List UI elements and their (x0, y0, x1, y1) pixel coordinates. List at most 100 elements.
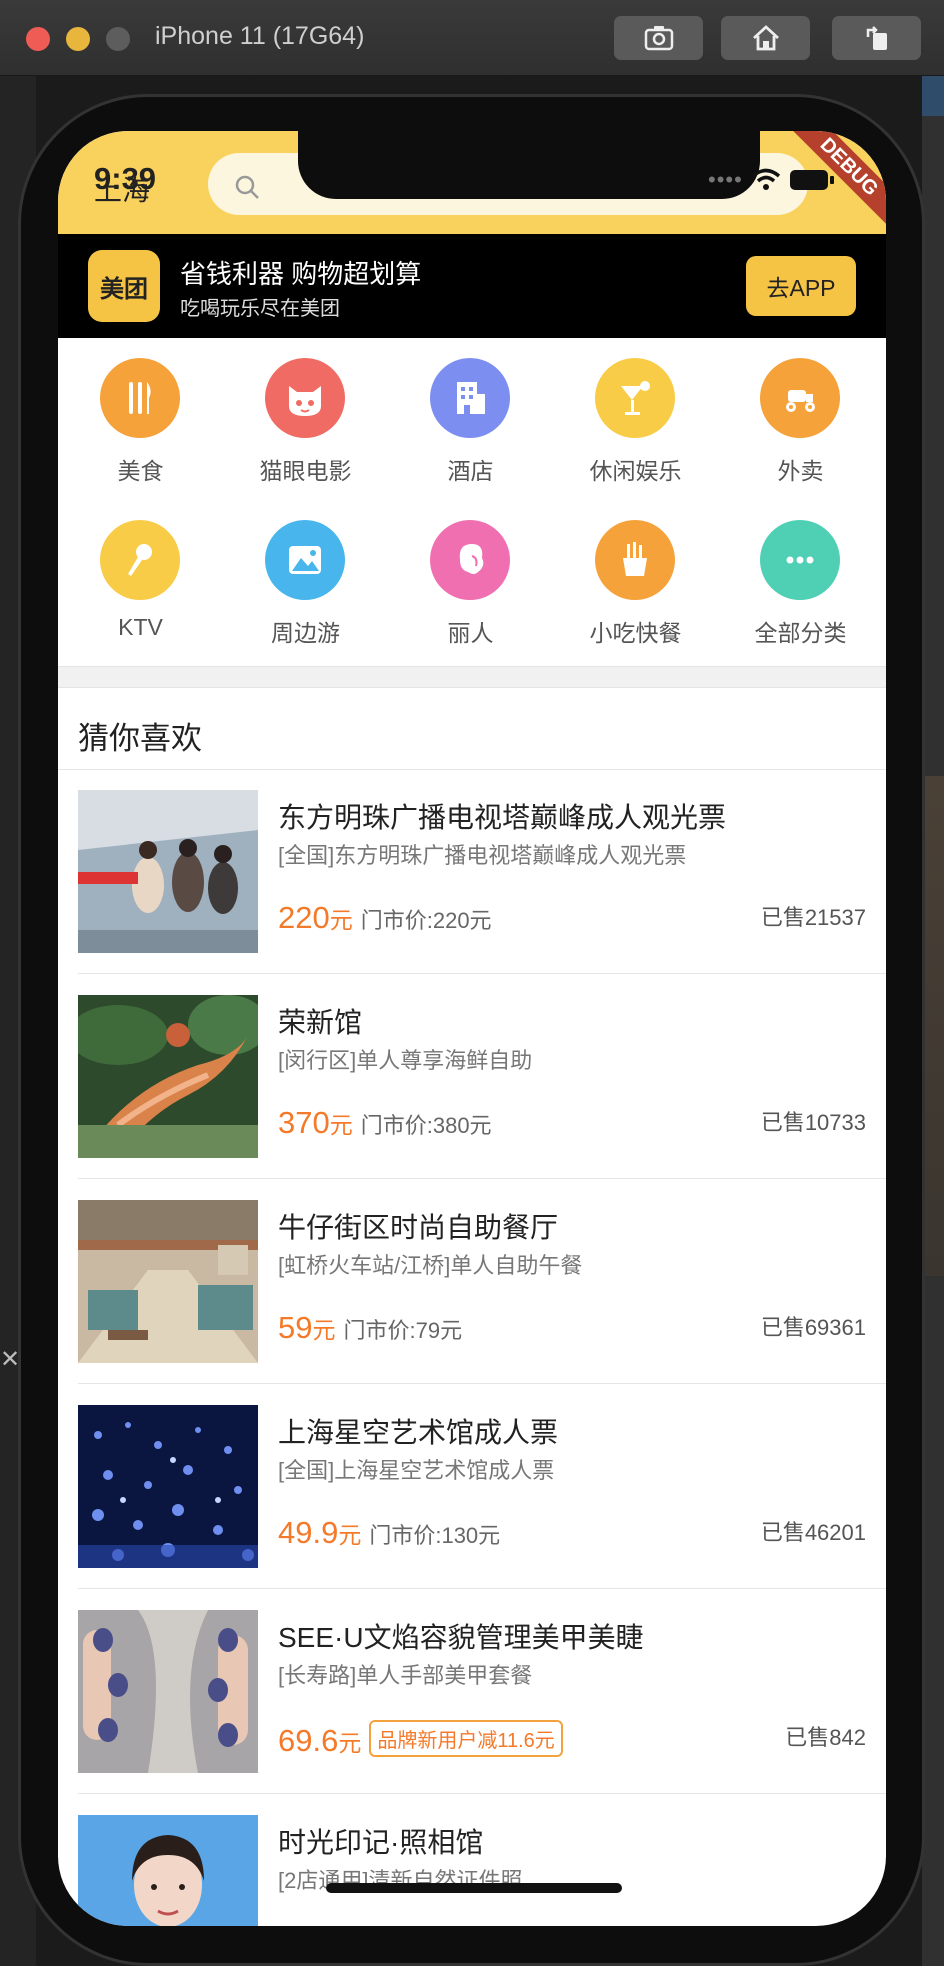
price-value: 59 (278, 1310, 313, 1345)
category-label: KTV (118, 614, 163, 640)
hotel-icon (430, 358, 510, 438)
price-value: 370 (278, 1105, 330, 1140)
rotate-icon (866, 26, 887, 50)
cocktail-icon (595, 358, 675, 438)
item-price: 59元 门市价:79元 (278, 1310, 462, 1346)
category-label: 丽人 (447, 620, 494, 646)
item-price: 370元 门市价:380元 (278, 1105, 492, 1141)
minimize-window-button[interactable] (66, 27, 90, 51)
cat-icon (265, 358, 345, 438)
category-grid: 美食 猫眼电影 酒店 休闲娱乐 外卖 KTV 周边游 丽人 小吃快餐 全部分类 (58, 338, 886, 666)
sold-count: 已售21537 (760, 905, 866, 930)
price-value: 49.9 (278, 1515, 339, 1550)
item-title: 荣新馆 (278, 1007, 363, 1038)
guess-you-like-title: 猜你喜欢 (78, 721, 202, 756)
category-snacks[interactable]: 小吃快餐 (553, 500, 718, 650)
price-unit: 元 (329, 907, 353, 933)
category-movie[interactable]: 猫眼电影 (223, 338, 388, 488)
category-label: 小吃快餐 (589, 620, 682, 646)
original-price: 门市价:380元 (360, 1113, 492, 1138)
item-price: 69.6元 品牌新用户减11.6元 (278, 1720, 563, 1759)
item-title: 时光印记·照相馆 (278, 1827, 484, 1858)
item-image (78, 995, 258, 1158)
open-app-button[interactable]: 去APP (746, 256, 856, 316)
item-price: 49.9元 门市价:130元 (278, 1515, 500, 1551)
status-time: 9:39 (94, 161, 157, 196)
item-image (78, 1405, 258, 1568)
rotate-button[interactable] (832, 16, 921, 60)
list-item[interactable]: 东方明珠广播电视塔巅峰成人观光票 [全国]东方明珠广播电视塔巅峰成人观光票 22… (78, 770, 886, 974)
price-unit: 元 (312, 1317, 336, 1343)
sold-count: 已售46201 (760, 1520, 866, 1545)
category-food[interactable]: 美食 (58, 338, 223, 488)
list-item[interactable]: 荣新馆 [闵行区]单人尊享海鲜自助 370元 门市价:380元 已售10733 (78, 975, 886, 1179)
category-hotel[interactable]: 酒店 (388, 338, 553, 488)
price-value: 69.6 (278, 1723, 339, 1758)
close-window-button[interactable] (26, 27, 50, 51)
camera-icon (644, 26, 673, 51)
category-label: 外卖 (777, 458, 824, 484)
list-item[interactable]: SEE·U文焰容貌管理美甲美睫 [长寿路]单人手部美甲套餐 69.6元 品牌新用户… (78, 1590, 886, 1794)
list-item[interactable]: 牛仔街区时尚自助餐厅 [虹桥火车站/江桥]单人自助午餐 59元 门市价:79元 已… (78, 1180, 886, 1384)
category-all[interactable]: 全部分类 (718, 500, 883, 650)
simulator-title: iPhone 11 (17G64) (155, 22, 365, 50)
list-item[interactable]: 时光印记·照相馆 [2店通用]清新自然证件照 (78, 1795, 886, 1926)
meituan-logo: 美团 (88, 250, 160, 322)
app-screen: 上海 9:39 •••• DEBUG 美团 省钱利器 购物超划算 吃喝玩乐尽在美… (58, 131, 886, 1926)
item-title: 上海星空艺术馆成人票 (278, 1417, 559, 1448)
search-icon (235, 175, 259, 199)
item-image (78, 1610, 258, 1773)
more-icon (760, 520, 840, 600)
price-unit: 元 (338, 1522, 362, 1548)
home-button[interactable] (721, 16, 810, 60)
desktop-background-right (922, 76, 944, 1966)
category-leisure[interactable]: 休闲娱乐 (553, 338, 718, 488)
wifi-icon (751, 168, 780, 190)
category-label: 美食 (117, 458, 164, 484)
item-title: SEE·U文焰容貌管理美甲美睫 (278, 1622, 644, 1653)
item-subtitle: [全国]上海星空艺术馆成人票 (278, 1458, 555, 1483)
category-label: 酒店 (447, 458, 494, 484)
scooter-icon (760, 358, 840, 438)
sold-count: 已售842 (785, 1725, 866, 1750)
item-subtitle: [全国]东方明珠广播电视塔巅峰成人观光票 (278, 843, 687, 868)
promo-tag: 品牌新用户减11.6元 (369, 1720, 563, 1757)
home-indicator[interactable] (326, 1883, 622, 1893)
item-title: 东方明珠广播电视塔巅峰成人观光票 (278, 802, 727, 833)
item-image (78, 1200, 258, 1363)
landscape-icon (265, 520, 345, 600)
promo-title: 省钱利器 购物超划算 (180, 259, 422, 289)
item-title: 牛仔街区时尚自助餐厅 (278, 1212, 559, 1243)
status-indicators: •••• (708, 167, 835, 193)
price-unit: 元 (338, 1730, 362, 1756)
item-image (78, 1815, 258, 1926)
device-notch (298, 131, 760, 199)
original-price: 门市价:220元 (360, 908, 492, 933)
category-beauty[interactable]: 丽人 (388, 500, 553, 650)
original-price: 门市价:79元 (343, 1318, 463, 1343)
screenshot-button[interactable] (614, 16, 703, 60)
category-label: 全部分类 (754, 620, 847, 646)
fries-icon (595, 520, 675, 600)
zoom-window-button[interactable] (106, 27, 130, 51)
fork-knife-icon (100, 358, 180, 438)
item-subtitle: [虹桥火车站/江桥]单人自助午餐 (278, 1253, 583, 1278)
category-takeout[interactable]: 外卖 (718, 338, 883, 488)
woman-icon (430, 520, 510, 600)
category-label: 休闲娱乐 (589, 458, 682, 484)
category-label: 猫眼电影 (259, 458, 352, 484)
signal-icon: •••• (708, 167, 743, 192)
category-ktv[interactable]: KTV (58, 500, 223, 650)
original-price: 门市价:130元 (369, 1523, 501, 1548)
category-nearby-travel[interactable]: 周边游 (223, 500, 388, 650)
home-icon (752, 25, 779, 51)
item-price: 220元 门市价:220元 (278, 900, 492, 936)
battery-icon (789, 170, 834, 190)
section-divider (58, 666, 886, 688)
list-item[interactable]: 上海星空艺术馆成人票 [全国]上海星空艺术馆成人票 49.9元 门市价:130元 … (78, 1385, 886, 1589)
sold-count: 已售10733 (760, 1110, 866, 1135)
microphone-icon (100, 520, 180, 600)
category-label: 周边游 (271, 620, 340, 646)
promo-banner[interactable]: 美团 省钱利器 购物超划算 吃喝玩乐尽在美团 去APP (58, 234, 886, 338)
item-subtitle: [闵行区]单人尊享海鲜自助 (278, 1048, 533, 1073)
